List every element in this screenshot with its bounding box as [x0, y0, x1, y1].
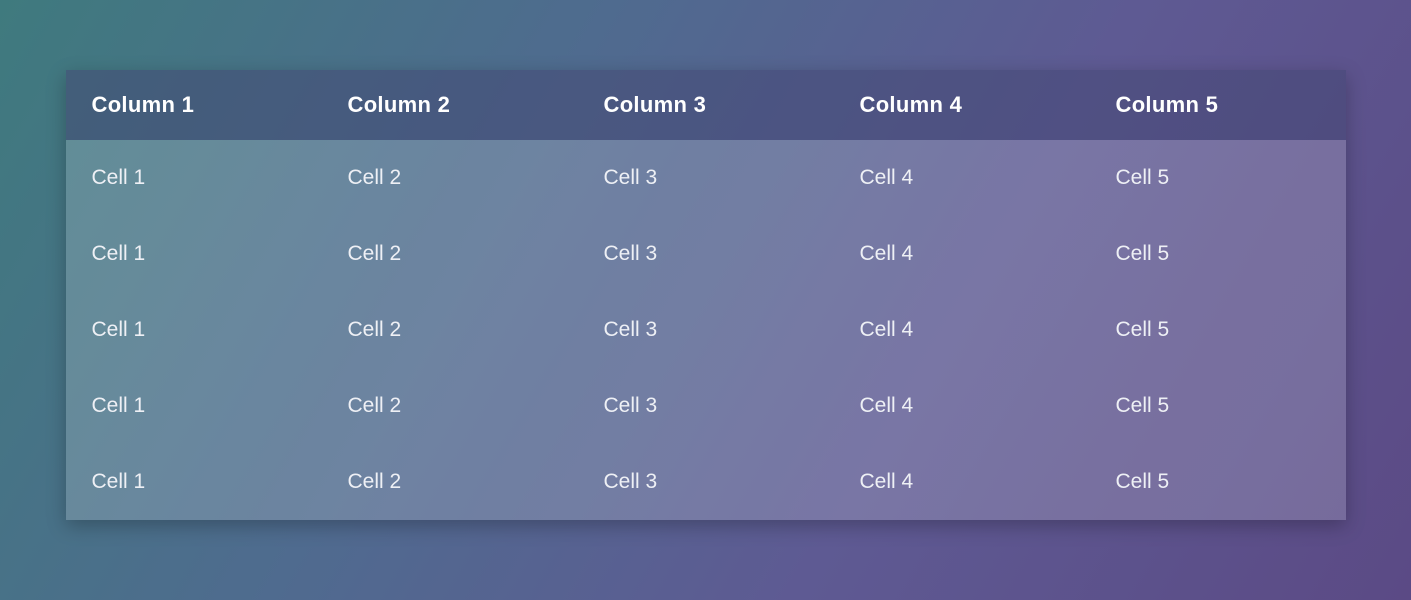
table-row: Cell 1 Cell 2 Cell 3 Cell 4 Cell 5 [66, 444, 1346, 520]
table-cell: Cell 5 [1090, 140, 1346, 216]
table-cell: Cell 1 [66, 444, 322, 520]
table-cell: Cell 4 [834, 140, 1090, 216]
table-cell: Cell 1 [66, 368, 322, 444]
column-header: Column 3 [578, 70, 834, 140]
table-cell: Cell 3 [578, 444, 834, 520]
table-cell: Cell 4 [834, 444, 1090, 520]
table-row: Cell 1 Cell 2 Cell 3 Cell 4 Cell 5 [66, 368, 1346, 444]
table-row: Cell 1 Cell 2 Cell 3 Cell 4 Cell 5 [66, 292, 1346, 368]
column-header: Column 1 [66, 70, 322, 140]
table-cell: Cell 5 [1090, 368, 1346, 444]
table-header: Column 1 Column 2 Column 3 Column 4 Colu… [66, 70, 1346, 140]
table-cell: Cell 1 [66, 216, 322, 292]
column-header: Column 4 [834, 70, 1090, 140]
table-cell: Cell 5 [1090, 444, 1346, 520]
data-table: Column 1 Column 2 Column 3 Column 4 Colu… [66, 70, 1346, 520]
table-row: Cell 1 Cell 2 Cell 3 Cell 4 Cell 5 [66, 140, 1346, 216]
table-cell: Cell 2 [322, 368, 578, 444]
table-cell: Cell 3 [578, 292, 834, 368]
data-table-container: Column 1 Column 2 Column 3 Column 4 Colu… [66, 70, 1346, 520]
table-cell: Cell 3 [578, 140, 834, 216]
table-cell: Cell 4 [834, 292, 1090, 368]
table-cell: Cell 2 [322, 140, 578, 216]
table-cell: Cell 2 [322, 216, 578, 292]
table-header-row: Column 1 Column 2 Column 3 Column 4 Colu… [66, 70, 1346, 140]
table-row: Cell 1 Cell 2 Cell 3 Cell 4 Cell 5 [66, 216, 1346, 292]
table-cell: Cell 3 [578, 216, 834, 292]
table-cell: Cell 2 [322, 292, 578, 368]
table-cell: Cell 5 [1090, 292, 1346, 368]
table-cell: Cell 4 [834, 216, 1090, 292]
column-header: Column 2 [322, 70, 578, 140]
table-cell: Cell 1 [66, 292, 322, 368]
table-cell: Cell 4 [834, 368, 1090, 444]
table-cell: Cell 2 [322, 444, 578, 520]
table-cell: Cell 1 [66, 140, 322, 216]
column-header: Column 5 [1090, 70, 1346, 140]
table-body: Cell 1 Cell 2 Cell 3 Cell 4 Cell 5 Cell … [66, 140, 1346, 520]
table-cell: Cell 3 [578, 368, 834, 444]
table-cell: Cell 5 [1090, 216, 1346, 292]
